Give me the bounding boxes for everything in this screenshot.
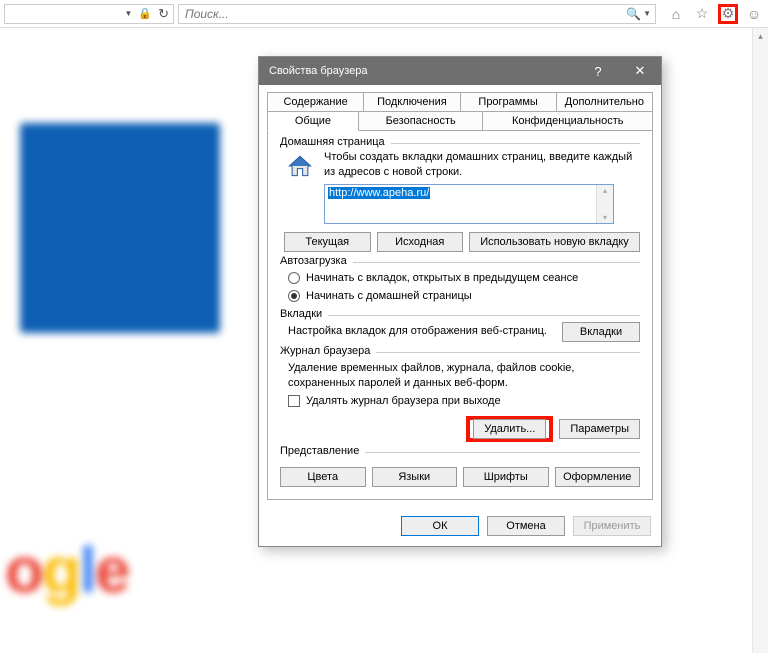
dialog-titlebar[interactable]: Свойства браузера ? ✕ [259,57,661,85]
internet-options-dialog: Свойства браузера ? ✕ Содержание Подключ… [258,56,662,547]
delete-button-highlight: Удалить... [466,416,553,442]
history-description: Удаление временных файлов, журнала, файл… [280,359,640,393]
legend-history: Журнал браузера [280,345,376,357]
dialog-title: Свойства браузера [269,65,368,77]
btn-accessibility[interactable]: Оформление [555,467,641,487]
radio-label: Начинать с домашней страницы [306,290,472,302]
btn-delete-history[interactable]: Удалить... [473,419,546,439]
section-appearance: Представление Цвета Языки Шрифты Оформле… [280,452,640,487]
feedback-smiley-icon[interactable]: ☺ [744,4,764,24]
radio-start-with-home[interactable]: Начинать с домашней страницы [280,287,640,305]
search-box[interactable]: 🔍 ▼ [178,4,656,24]
page-scrollbar[interactable] [752,28,768,653]
favorites-icon[interactable]: ☆ [692,4,712,24]
homepage-url-textarea[interactable]: http://www.apeha.ru/ ▴▾ [324,184,614,224]
background-google-logo: ogle [5,533,129,607]
tab-general[interactable]: Общие [267,111,359,131]
tab-content[interactable]: Содержание [267,92,364,112]
tab-privacy[interactable]: Конфиденциальность [483,111,653,131]
section-homepage: Домашняя страница Чтобы создать вкладки … [280,143,640,252]
search-input[interactable] [183,6,626,22]
refresh-icon[interactable]: ↻ [158,6,169,22]
dialog-body: Домашняя страница Чтобы создать вкладки … [267,130,653,500]
homepage-url-value: http://www.apeha.ru/ [328,187,430,199]
btn-fonts[interactable]: Шрифты [463,467,549,487]
checkbox-icon [288,395,300,407]
radio-icon [288,272,300,284]
section-history: Журнал браузера Удаление временных файло… [280,352,640,443]
tab-advanced[interactable]: Дополнительно [557,92,653,112]
radio-start-with-tabs[interactable]: Начинать с вкладок, открытых в предыдуще… [280,269,640,287]
tab-programs[interactable]: Программы [461,92,557,112]
tab-connections[interactable]: Подключения [364,92,460,112]
toolbar-right-icons: ⌂ ☆ ⚙ ☺ [666,4,764,24]
address-dropdown-icon[interactable]: ▼ [124,9,132,18]
textarea-scrollbar[interactable]: ▴▾ [596,185,613,223]
checkbox-delete-on-exit[interactable]: Удалять журнал браузера при выходе [280,392,640,410]
dialog-tabs: Содержание Подключения Программы Дополни… [259,85,661,130]
address-controls[interactable]: ▼ 🔒 ↻ [4,4,174,24]
btn-cancel[interactable]: Отмена [487,516,565,536]
checkbox-label: Удалять журнал браузера при выходе [306,395,501,407]
btn-use-default[interactable]: Исходная [377,232,464,252]
background-blue-panel [20,123,220,333]
homepage-description: Чтобы создать вкладки домашних страниц, … [324,150,640,180]
btn-ok[interactable]: ОК [401,516,479,536]
section-tabs: Вкладки Настройка вкладок для отображени… [280,315,640,342]
search-dropdown-icon[interactable]: ▼ [643,9,651,18]
section-startup: Автозагрузка Начинать с вкладок, открыты… [280,262,640,305]
browser-toolbar: ▼ 🔒 ↻ 🔍 ▼ ⌂ ☆ ⚙ ☺ [0,0,768,28]
close-button[interactable]: ✕ [619,57,661,85]
dialog-footer: ОК Отмена Применить [259,508,661,546]
lock-icon: 🔒 [138,7,152,20]
btn-colors[interactable]: Цвета [280,467,366,487]
radio-label: Начинать с вкладок, открытых в предыдуще… [306,272,578,284]
search-icon[interactable]: 🔍 [626,7,641,21]
btn-use-current[interactable]: Текущая [284,232,371,252]
btn-apply[interactable]: Применить [573,516,651,536]
btn-use-new-tab[interactable]: Использовать новую вкладку [469,232,640,252]
homepage-house-icon [284,150,316,182]
btn-tabs-settings[interactable]: Вкладки [562,322,640,342]
home-icon[interactable]: ⌂ [666,4,686,24]
help-button[interactable]: ? [577,57,619,85]
legend-startup: Автозагрузка [280,255,353,267]
settings-gear-icon[interactable]: ⚙ [718,4,738,24]
tab-security[interactable]: Безопасность [359,111,484,131]
btn-languages[interactable]: Языки [372,467,458,487]
legend-appearance: Представление [280,445,365,457]
legend-tabs: Вкладки [280,308,328,320]
btn-history-settings[interactable]: Параметры [559,419,640,439]
legend-homepage: Домашняя страница [280,136,391,148]
radio-icon [288,290,300,302]
tabs-description: Настройка вкладок для отображения веб-ст… [280,322,562,341]
